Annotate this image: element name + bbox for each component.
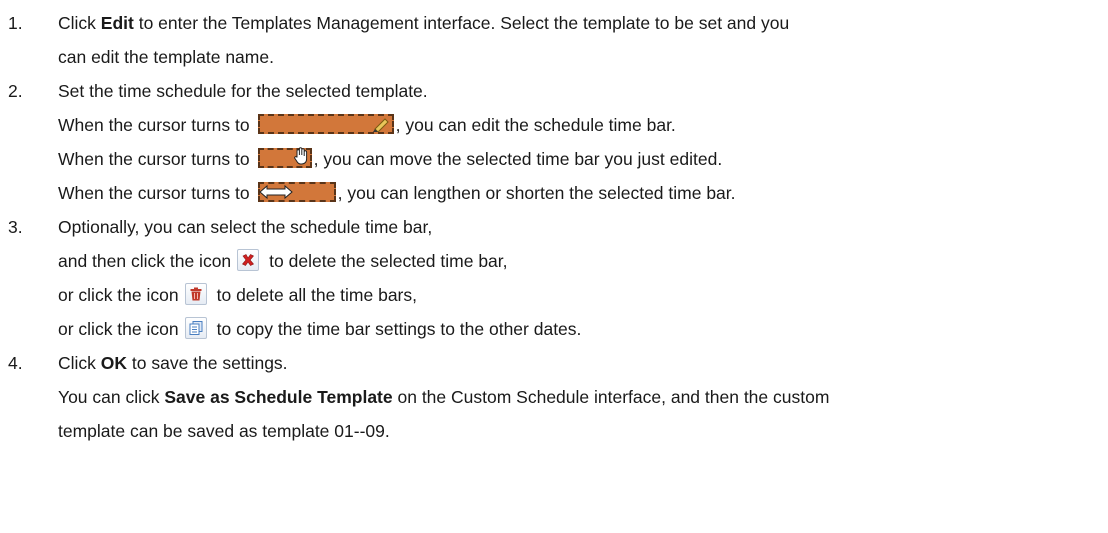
step-text: to enter the Templates Management interf… xyxy=(133,13,790,33)
step-text: to copy the time bar settings to the oth… xyxy=(216,319,582,339)
step-text: can edit the template name. xyxy=(58,47,274,67)
step-4-line-3: template can be saved as template 01--09… xyxy=(0,414,1108,448)
step-text: Optionally, you can select the schedule … xyxy=(58,217,433,237)
resizable-time-bar xyxy=(257,182,336,203)
step-text: , you can edit the schedule time bar. xyxy=(395,115,676,135)
step-3-line-1: 3. Optionally, you can select the schedu… xyxy=(0,210,1108,244)
copy-icon xyxy=(189,321,203,336)
resize-arrows-icon xyxy=(258,185,293,200)
step-text: and then click the icon xyxy=(58,251,232,271)
cursor-edit-line: When the cursor turns to , you can edit t… xyxy=(0,108,1108,142)
cursor-resize-line: When the cursor turns to , you can length… xyxy=(0,176,1108,210)
step-text: to delete the selected time bar, xyxy=(269,251,508,271)
step-1-line-1: 1. Click Edit to enter the Templates Man… xyxy=(0,6,1108,40)
step-number: 1. xyxy=(8,13,23,33)
editable-time-bar xyxy=(257,114,394,135)
copy-button[interactable] xyxy=(184,317,207,340)
step-number: 2. xyxy=(8,81,23,101)
step-text: When the cursor turns to xyxy=(58,115,250,135)
step-text: Click xyxy=(58,13,101,33)
step-text: , you can lengthen or shorten the select… xyxy=(337,183,736,203)
step-text: You can click xyxy=(58,387,165,407)
step-1-line-2: can edit the template name. xyxy=(0,40,1108,74)
delete-selected-button[interactable] xyxy=(237,249,260,272)
hand-cursor-icon xyxy=(293,147,307,165)
instruction-list: 1. Click Edit to enter the Templates Man… xyxy=(0,0,1108,448)
step-text: Set the time schedule for the selected t… xyxy=(58,81,428,101)
trash-icon xyxy=(190,287,202,301)
step-text: , you can move the selected time bar you… xyxy=(313,149,723,169)
cursor-move-line: When the cursor turns to , you can move t… xyxy=(0,142,1108,176)
step-text: or click the icon xyxy=(58,319,179,339)
delete-all-button[interactable] xyxy=(184,283,207,306)
pencil-icon xyxy=(372,118,389,133)
delete-one-line: and then click the icon to delete the sel… xyxy=(0,244,1108,278)
edit-keyword: Edit xyxy=(100,13,134,33)
step-text: or click the icon xyxy=(58,285,179,305)
step-4-line-1: 4. Click OK to save the settings. xyxy=(0,346,1108,380)
step-text: to delete all the time bars, xyxy=(216,285,417,305)
step-text: Click xyxy=(58,353,101,373)
copy-line: or click the icon to copy the time bar se… xyxy=(0,312,1108,346)
delete-x-icon xyxy=(242,254,255,267)
step-text: When the cursor turns to xyxy=(58,183,250,203)
save-template-keyword: Save as Schedule Template xyxy=(164,387,393,407)
step-2-line-1: 2. Set the time schedule for the selecte… xyxy=(0,74,1108,108)
step-number: 3. xyxy=(8,217,23,237)
step-text: template can be saved as template 01--09… xyxy=(58,421,390,441)
step-text: When the cursor turns to xyxy=(58,149,250,169)
ok-keyword: OK xyxy=(100,353,128,373)
step-text: on the Custom Schedule interface, and th… xyxy=(392,387,830,407)
step-number: 4. xyxy=(8,353,23,373)
step-4-line-2: You can click Save as Schedule Template … xyxy=(0,380,1108,414)
movable-time-bar xyxy=(257,147,312,169)
delete-all-line: or click the icon to delete all the time … xyxy=(0,278,1108,312)
step-text: to save the settings. xyxy=(127,353,288,373)
